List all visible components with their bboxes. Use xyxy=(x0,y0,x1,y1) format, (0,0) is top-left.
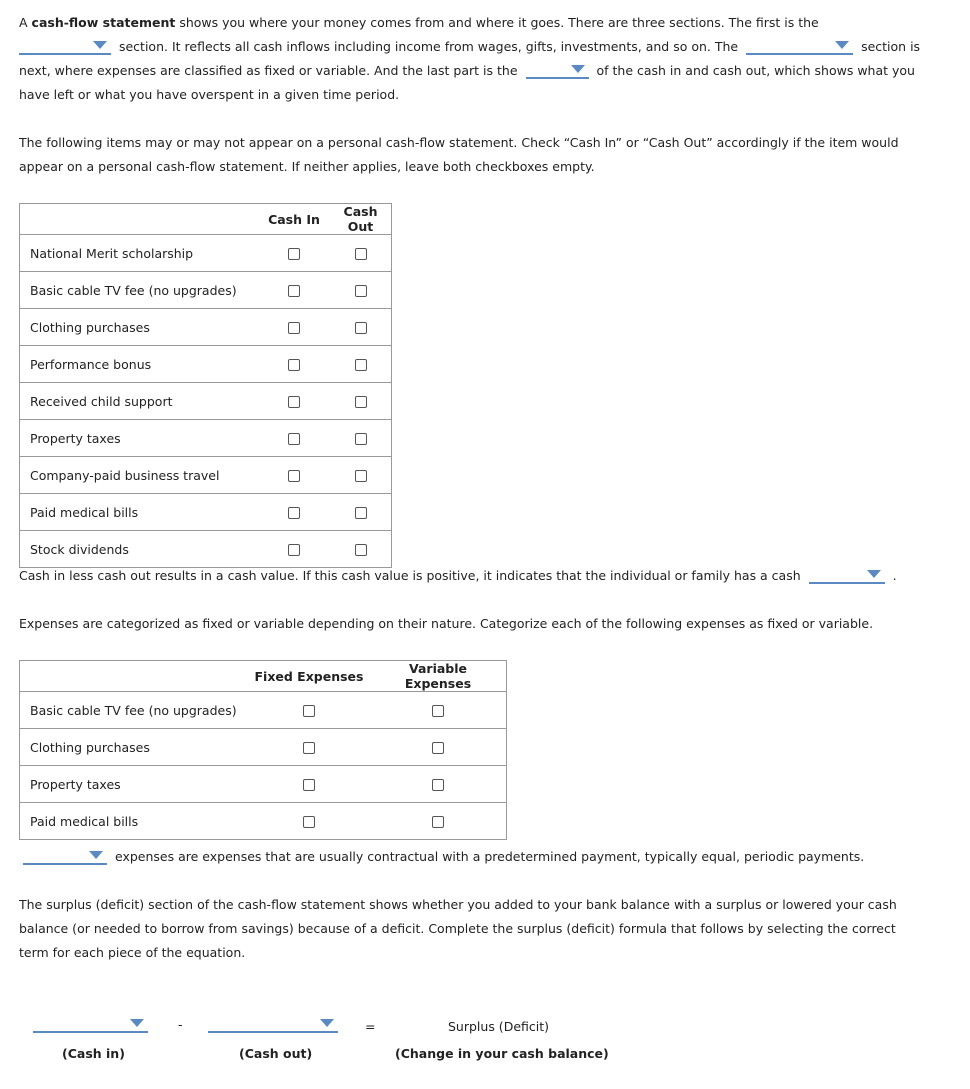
cash-out-checkbox[interactable] xyxy=(354,359,367,371)
header-cash-in: Cash In xyxy=(258,203,330,235)
expense-type-dropdown[interactable] xyxy=(23,847,107,865)
instructions-cash-in-out: The following items may or may not appea… xyxy=(19,135,899,174)
fixed-expense-checkbox[interactable] xyxy=(303,779,315,791)
chevron-down-icon xyxy=(93,41,107,49)
variable-expense-checkbox[interactable] xyxy=(432,816,444,828)
chevron-down-icon xyxy=(89,851,103,859)
intro-text: shows you where your money comes from an… xyxy=(175,15,819,30)
table-row: Basic cable TV fee (no upgrades) xyxy=(19,271,392,309)
cash-in-checkbox[interactable] xyxy=(288,359,300,371)
cash-in-checkbox[interactable] xyxy=(288,248,300,260)
cash-value-dropdown[interactable] xyxy=(808,566,885,584)
surplus-paragraph: The surplus (deficit) section of the cas… xyxy=(19,897,897,960)
period-text: . xyxy=(892,568,897,583)
cash-in-checkbox[interactable] xyxy=(288,433,300,445)
table-row: Stock dividends xyxy=(19,530,392,568)
row-label: Received child support xyxy=(19,382,258,420)
cash-in-checkbox[interactable] xyxy=(288,322,300,334)
header-fixed-expenses: Fixed Expenses xyxy=(248,660,370,692)
cash-in-checkbox[interactable] xyxy=(288,396,300,408)
row-label: Stock dividends xyxy=(19,530,258,568)
table-row: Paid medical bills xyxy=(19,493,392,531)
section3-dropdown[interactable] xyxy=(525,61,589,79)
label-cash-in: (Cash in) xyxy=(62,1046,125,1061)
intro-bold-term: cash-flow statement xyxy=(31,15,176,30)
cash-out-checkbox[interactable] xyxy=(354,322,367,334)
row-label: Clothing purchases xyxy=(19,728,248,766)
table-row: Clothing purchases xyxy=(19,308,392,346)
fixed-variable-table: Fixed Expenses Variable Expenses Basic c… xyxy=(19,660,507,840)
surplus-formula: - = Surplus (Deficit) (Cash in) (Cash ou… xyxy=(0,1015,970,1075)
equals-sign: = xyxy=(365,1019,376,1034)
cash-out-checkbox[interactable] xyxy=(354,544,367,556)
row-label: Property taxes xyxy=(19,765,248,803)
row-label: Paid medical bills xyxy=(19,802,248,840)
table-header-row: Fixed Expenses Variable Expenses xyxy=(19,660,507,692)
fixed-expense-checkbox[interactable] xyxy=(303,705,315,717)
chevron-down-icon xyxy=(130,1019,144,1027)
row-label: Basic cable TV fee (no upgrades) xyxy=(19,271,258,309)
instructions-fixed-variable: Expenses are categorized as fixed or var… xyxy=(19,616,874,631)
cash-in-checkbox[interactable] xyxy=(288,507,300,519)
cash-in-checkbox[interactable] xyxy=(288,544,300,556)
fixed-expense-checkbox[interactable] xyxy=(303,742,315,754)
section1-dropdown[interactable] xyxy=(19,37,111,55)
variable-expense-checkbox[interactable] xyxy=(432,742,444,754)
intro-text: A xyxy=(19,15,32,30)
fixed-expenses-sentence: expenses are expenses that are usually c… xyxy=(23,845,948,869)
label-cash-out: (Cash out) xyxy=(239,1046,313,1061)
table-header-row: Cash In Cash Out xyxy=(19,203,392,235)
row-label: Paid medical bills xyxy=(19,493,258,531)
row-label: Basic cable TV fee (no upgrades) xyxy=(19,691,248,729)
row-label: Performance bonus xyxy=(19,345,258,383)
row-label: National Merit scholarship xyxy=(19,234,258,272)
fixed-sentence-text: expenses are expenses that are usually c… xyxy=(114,849,865,864)
cash-in-checkbox[interactable] xyxy=(288,470,300,482)
table-row: Property taxes xyxy=(19,765,507,803)
formula-result: Surplus (Deficit) xyxy=(448,1019,550,1034)
header-blank xyxy=(19,203,258,235)
header-blank xyxy=(19,660,248,692)
table-row: Paid medical bills xyxy=(19,802,507,840)
chevron-down-icon xyxy=(570,65,585,73)
header-cash-out: Cash Out xyxy=(330,203,392,235)
cash-in-checkbox[interactable] xyxy=(288,285,300,297)
cash-out-checkbox[interactable] xyxy=(354,285,367,297)
cash-in-out-table: Cash In Cash Out National Merit scholars… xyxy=(19,203,392,568)
table-row: National Merit scholarship xyxy=(19,234,392,272)
cash-out-checkbox[interactable] xyxy=(354,433,367,445)
cash-out-checkbox[interactable] xyxy=(354,248,367,260)
cash-value-text: Cash in less cash out results in a cash … xyxy=(19,568,801,583)
cash-out-checkbox[interactable] xyxy=(354,396,367,408)
chevron-down-icon xyxy=(835,41,850,49)
table-row: Company-paid business travel xyxy=(19,456,392,494)
variable-expense-checkbox[interactable] xyxy=(432,705,444,717)
fixed-expense-checkbox[interactable] xyxy=(303,816,315,828)
variable-expense-checkbox[interactable] xyxy=(432,779,444,791)
row-label: Clothing purchases xyxy=(19,308,258,346)
cash-out-checkbox[interactable] xyxy=(354,470,367,482)
cash-in-term-dropdown[interactable] xyxy=(33,1015,148,1033)
table-row: Clothing purchases xyxy=(19,728,507,766)
cash-out-checkbox[interactable] xyxy=(354,507,367,519)
row-label: Property taxes xyxy=(19,419,258,457)
intro-text: section. It reflects all cash inflows in… xyxy=(118,39,739,54)
table-row: Property taxes xyxy=(19,419,392,457)
row-label: Company-paid business travel xyxy=(19,456,258,494)
cash-out-term-dropdown[interactable] xyxy=(208,1015,338,1033)
table-row: Basic cable TV fee (no upgrades) xyxy=(19,691,507,729)
header-variable-expenses: Variable Expenses xyxy=(370,660,507,692)
table-row: Performance bonus xyxy=(19,345,392,383)
label-change-cash-balance: (Change in your cash balance) xyxy=(395,1046,609,1061)
intro-paragraph: A cash-flow statement shows you where yo… xyxy=(19,11,944,107)
section2-dropdown[interactable] xyxy=(746,37,854,55)
chevron-down-icon xyxy=(866,570,881,578)
chevron-down-icon xyxy=(320,1019,334,1027)
table-row: Received child support xyxy=(19,382,392,420)
minus-sign: - xyxy=(178,1017,183,1032)
cash-value-sentence: Cash in less cash out results in a cash … xyxy=(19,564,944,588)
